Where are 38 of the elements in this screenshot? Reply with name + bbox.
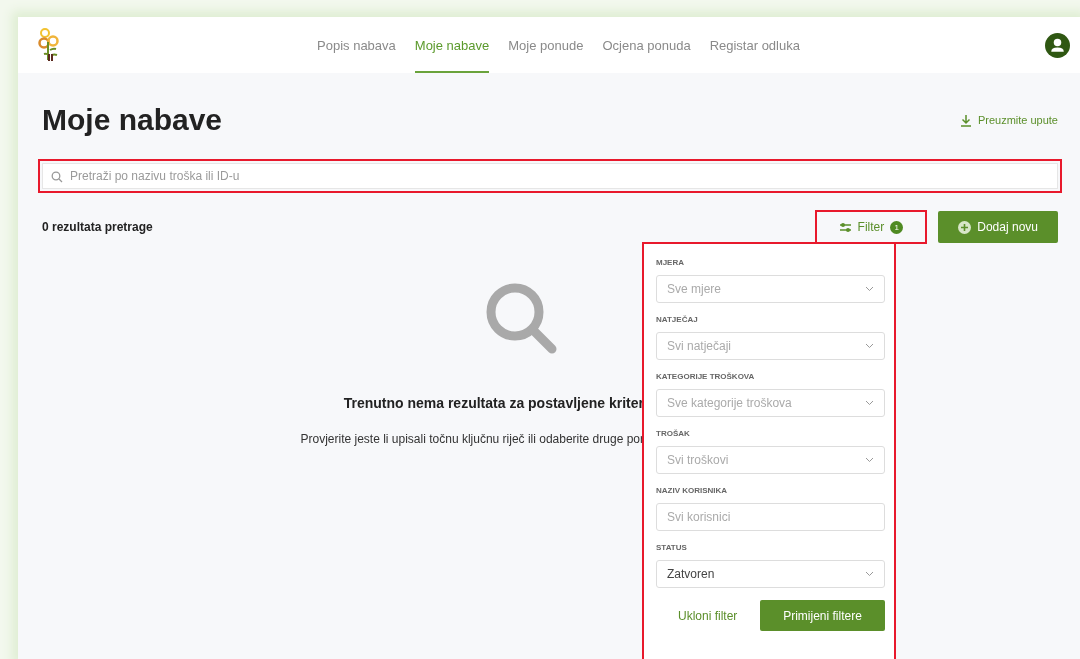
field-label: STATUS xyxy=(656,543,688,552)
chevron-down-icon xyxy=(865,457,874,463)
nav-tab[interactable]: Moje ponude xyxy=(508,17,584,73)
select-field[interactable]: Svi troškovi xyxy=(656,446,885,474)
chevron-down-icon xyxy=(865,343,874,349)
add-new-button[interactable]: Dodaj novu xyxy=(938,211,1058,243)
field-label: TROŠAK xyxy=(656,429,691,438)
apply-filters-button[interactable]: Primijeni filtere xyxy=(760,600,885,631)
select-field[interactable]: Sve mjere xyxy=(656,275,885,303)
search-field[interactable]: Pretraži po nazivu troška ili ID-u xyxy=(42,163,1058,189)
select-field[interactable]: Zatvoren xyxy=(656,560,885,588)
select-field[interactable]: Sve kategorije troškova xyxy=(656,389,885,417)
nav-tab[interactable]: Popis nabava xyxy=(317,17,396,73)
clear-filter-button[interactable]: Ukloni filter xyxy=(656,608,738,623)
empty-state-message: Provjerite jeste li upisali točnu ključnu riječ ili odaberite druge por xyxy=(300,432,644,446)
user-avatar-icon[interactable] xyxy=(1045,32,1070,58)
empty-state-title: Trenutno nema rezultata za postavljene kriter xyxy=(343,395,644,411)
nav-tab[interactable]: Registar odluka xyxy=(709,17,800,73)
chevron-down-icon xyxy=(865,571,874,577)
download-link[interactable]: Preuzmite upute xyxy=(959,113,1058,127)
input-field[interactable]: Svi korisnici xyxy=(656,503,885,531)
page-title: Moje nabave xyxy=(42,103,223,137)
field-label: NAZIV KORISNIKA xyxy=(656,486,729,495)
chevron-down-icon xyxy=(865,400,874,406)
nav-tab[interactable]: Moje nabave xyxy=(414,17,490,73)
filter-count-badge: 1 xyxy=(890,220,904,234)
field-label: MJERA xyxy=(656,258,685,267)
filter-button[interactable]: Filter 1 xyxy=(816,212,926,242)
plus-circle-icon xyxy=(958,220,972,234)
results-count: 0 rezultata pretrage xyxy=(42,220,153,234)
select-field[interactable]: Svi natječaji xyxy=(656,332,885,360)
field-label: KATEGORIJE TROŠKOVA xyxy=(656,372,756,381)
sliders-icon xyxy=(838,221,852,233)
logo-icon[interactable] xyxy=(36,28,62,62)
nav-tab[interactable]: Ocjena ponuda xyxy=(602,17,691,73)
download-icon xyxy=(959,113,972,127)
chevron-down-icon xyxy=(865,286,874,292)
field-label: NATJEČAJ xyxy=(656,315,699,324)
